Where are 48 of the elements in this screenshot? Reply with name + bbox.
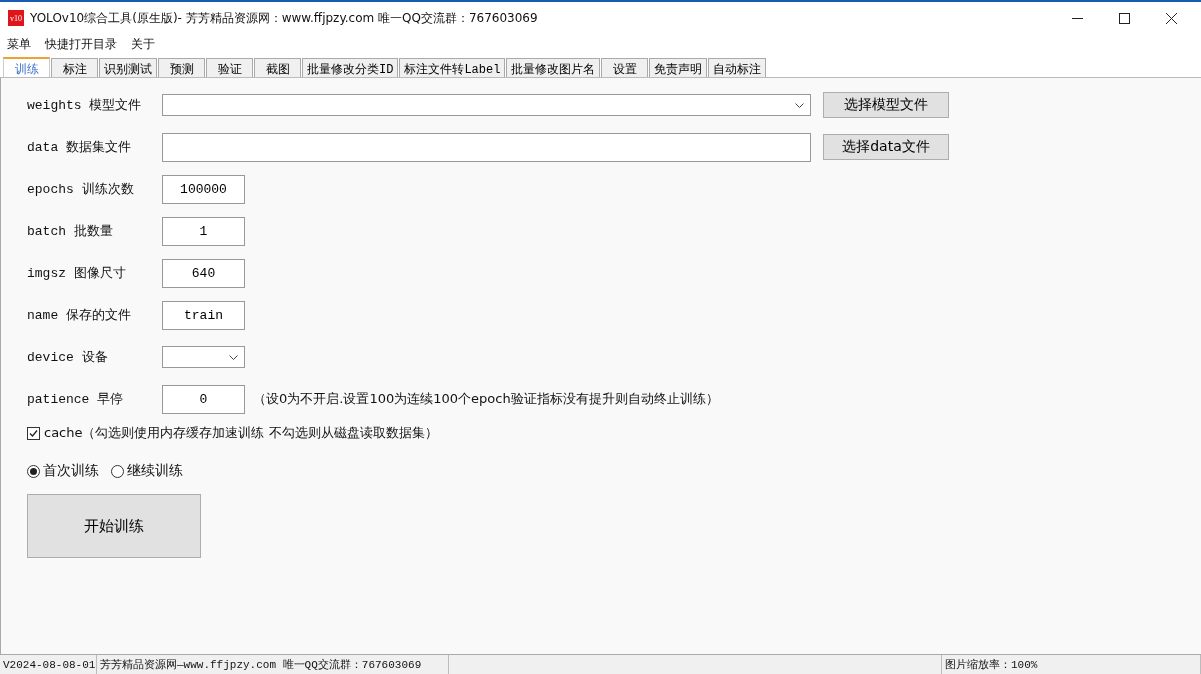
close-icon[interactable] (1166, 12, 1177, 24)
app-icon: v10 (8, 10, 24, 26)
tab[interactable]: 截图 (254, 58, 301, 77)
field-label: device 设备 (27, 349, 109, 366)
input-field[interactable]: 100000 (162, 174, 245, 204)
input-field[interactable]: 1 (162, 216, 245, 246)
tab[interactable]: 免责声明 (649, 58, 708, 77)
cache-checkbox[interactable] (27, 426, 40, 440)
input-field[interactable] (162, 132, 811, 162)
tab[interactable]: 预测 (158, 58, 205, 77)
input-field[interactable]: 0 (162, 384, 245, 414)
window-title: YOLOv10综合工具(原生版)- 芳芳精品资源网：www.ffjpzy.com 唯一QQ交流群：767603069 (30, 9, 538, 27)
chevron-icon (795, 102, 804, 108)
field-label: data 数据集文件 (27, 139, 132, 156)
tab[interactable]: 验证 (206, 58, 253, 77)
radio-button[interactable]: 继续训练 (111, 462, 183, 480)
field-label: imgsz 图像尺寸 (27, 265, 127, 282)
field-label: batch 批数量 (27, 223, 114, 240)
hint-text: （设0为不开启.设置100为连续100个epoch验证指标没有提升则自动终止训练） (253, 390, 719, 408)
menu-item[interactable]: 关于 (131, 35, 155, 53)
tab[interactable]: 批量修改图片名 (506, 58, 601, 77)
menu-item[interactable]: 菜单 (7, 35, 31, 53)
tab[interactable]: 识别测试 (99, 58, 157, 77)
dropdown-field[interactable] (162, 346, 245, 368)
checkbox-label: cache（勾选则使用内存缓存加速训练 不勾选则从磁盘读取数据集） (44, 424, 438, 442)
dropdown-field[interactable] (162, 94, 811, 116)
field-label: weights 模型文件 (27, 97, 143, 114)
tab[interactable]: 设置 (601, 58, 649, 77)
tab[interactable]: 训练 (3, 57, 50, 77)
maximize-icon[interactable] (1119, 12, 1130, 24)
tab[interactable]: 自动标注 (708, 58, 767, 77)
field-label: epochs 训练次数 (27, 181, 135, 198)
tab[interactable]: 标注文件转Label (399, 58, 506, 77)
status-text: 图片缩放率：100% (942, 655, 1201, 674)
input-field[interactable]: train (162, 300, 245, 330)
input-field[interactable]: 640 (162, 258, 245, 288)
chevron-icon (229, 354, 238, 360)
tab[interactable]: 标注 (51, 58, 98, 77)
tab[interactable]: 批量修改分类ID (302, 58, 399, 77)
menu-item[interactable]: 快捷打开目录 (45, 35, 117, 53)
field-label: name 保存的文件 (27, 307, 132, 324)
start-training-button[interactable]: 开始训练 (27, 494, 201, 558)
status-text: V2024-08-08-01 (0, 655, 97, 674)
status-text: 芳芳精品资源网—www.ffjpzy.com 唯一QQ交流群：767603069 (97, 655, 449, 674)
choose-file-button[interactable]: 选择模型文件 (823, 92, 949, 118)
field-label: patience 早停 (27, 391, 125, 408)
radio-button[interactable]: 首次训练 (27, 462, 99, 480)
choose-file-button[interactable]: 选择data文件 (823, 134, 949, 160)
